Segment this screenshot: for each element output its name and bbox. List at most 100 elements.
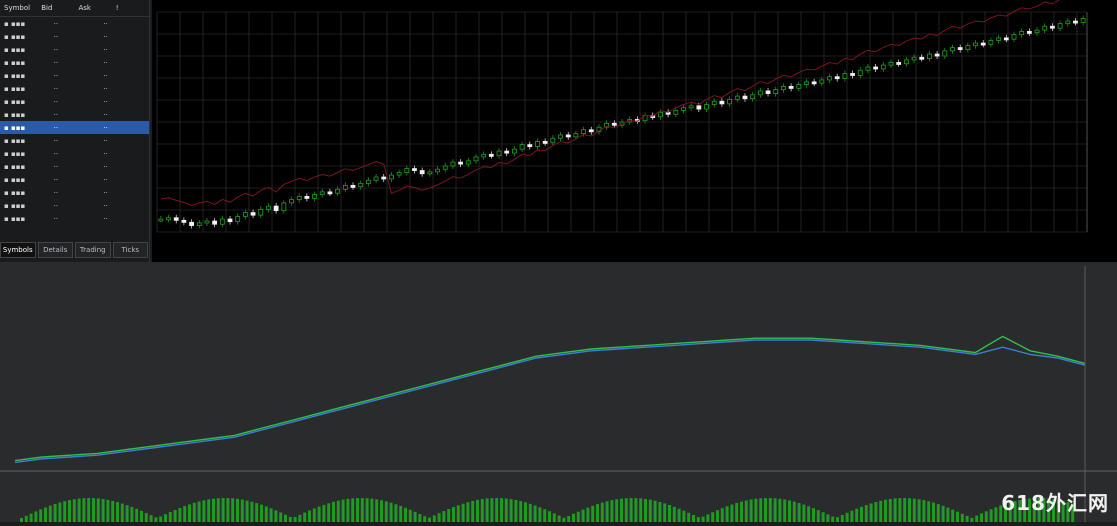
market-watch-cell: ·· <box>103 45 108 54</box>
volume-bar <box>893 498 897 522</box>
candle <box>750 94 756 100</box>
volume-bar <box>255 503 259 522</box>
volume-bar <box>956 511 959 522</box>
volume-bar <box>620 498 623 522</box>
candle <box>173 217 179 221</box>
candle <box>911 56 917 61</box>
candle <box>488 153 494 157</box>
volume-bar <box>240 499 244 522</box>
volume-bar <box>269 508 273 522</box>
volume-bar <box>466 502 470 522</box>
market-watch-cell: ▪ ▪▪▪ <box>4 84 26 93</box>
market-watch-row[interactable]: ▪ ▪▪▪ ·· ·· <box>0 95 149 108</box>
tab-details[interactable]: Details <box>37 242 73 258</box>
volume-bar <box>360 498 364 522</box>
candle <box>973 42 978 47</box>
market-watch-row[interactable]: ▪ ▪▪▪ ·· ·· <box>0 147 149 160</box>
market-watch-row[interactable]: ▪ ▪▪▪ ·· ·· <box>0 173 149 186</box>
volume-bar <box>624 498 628 522</box>
tab-trading[interactable]: Trading <box>75 242 111 258</box>
candle <box>219 218 225 225</box>
volume-bar <box>351 498 355 522</box>
volume-bar <box>48 505 52 522</box>
market-watch-row[interactable]: ▪ ▪▪▪ ·· ·· <box>0 82 149 95</box>
col-ask[interactable]: Ask <box>75 4 112 12</box>
candle <box>942 50 948 57</box>
volume-bar <box>140 510 143 522</box>
col-bid[interactable]: Bid <box>37 4 74 12</box>
volume-bar <box>375 499 379 522</box>
equity-chart[interactable]: 618外汇网 <box>0 262 1117 522</box>
volume-bar <box>413 511 417 522</box>
volume-bar <box>668 504 671 522</box>
volume-bar <box>456 505 460 522</box>
candle <box>289 199 294 204</box>
volume-bar <box>557 515 561 522</box>
market-watch-row[interactable]: ▪ ▪▪▪ ·· ·· <box>0 212 149 225</box>
volume-bar <box>903 498 907 522</box>
candle <box>927 53 932 59</box>
market-watch-row[interactable]: ▪ ▪▪▪ ·· ·· <box>0 17 149 30</box>
equity-chart-canvas[interactable] <box>0 266 1117 522</box>
volume-bar <box>322 504 326 522</box>
candle <box>781 86 786 91</box>
candle <box>227 218 233 223</box>
volume-bar <box>303 512 307 522</box>
market-watch-row[interactable]: ▪ ▪▪▪ ·· ·· <box>0 121 149 134</box>
market-watch-cell: ▪ ▪▪▪ <box>4 188 26 197</box>
volume-bar <box>39 509 43 522</box>
col-symbol[interactable]: Symbol <box>0 4 37 12</box>
volume-bar <box>207 499 211 522</box>
market-watch-cell: ·· <box>53 175 59 184</box>
volume-bar <box>44 507 47 522</box>
volume-bar <box>509 499 513 522</box>
candle <box>857 69 863 76</box>
volume-bar <box>485 498 489 522</box>
candle <box>611 122 617 126</box>
volume-bar <box>908 498 911 522</box>
col-flag[interactable]: ! <box>112 4 149 12</box>
market-watch-cell: ·· <box>53 71 59 80</box>
candle <box>788 86 794 89</box>
volume-bar <box>495 498 499 522</box>
volume-bar <box>639 498 643 522</box>
candle <box>588 129 594 133</box>
volume-bar <box>298 514 302 522</box>
candle <box>281 202 287 212</box>
volume-bar <box>524 502 527 522</box>
volume-bar <box>327 503 331 522</box>
market-watch-row[interactable]: ▪ ▪▪▪ ·· ·· <box>0 30 149 43</box>
market-watch-row[interactable]: ▪ ▪▪▪ ·· ·· <box>0 43 149 56</box>
volume-bar <box>284 514 287 522</box>
market-watch-row[interactable]: ▪ ▪▪▪ ·· ·· <box>0 56 149 69</box>
market-watch-row[interactable]: ▪ ▪▪▪ ·· ·· <box>0 160 149 173</box>
tab-ticks[interactable]: Ticks <box>112 242 148 258</box>
market-watch-row[interactable]: ▪ ▪▪▪ ·· ·· <box>0 186 149 199</box>
volume-bar <box>346 498 350 522</box>
market-watch-row[interactable]: ▪ ▪▪▪ ·· ·· <box>0 134 149 147</box>
market-watch-cell: ▪ ▪▪▪ <box>4 123 26 132</box>
market-watch-row[interactable]: ▪ ▪▪▪ ·· ·· <box>0 108 149 121</box>
volume-bar <box>447 509 451 522</box>
candle <box>688 105 694 109</box>
volume-bar <box>840 515 844 522</box>
tab-symbols[interactable]: Symbols <box>0 242 36 258</box>
price-chart-canvas[interactable] <box>152 0 1117 262</box>
volume-bar <box>682 510 686 522</box>
volume-bar <box>696 517 700 522</box>
volume-bar <box>927 501 931 522</box>
volume-bar <box>773 498 777 522</box>
candle <box>412 168 417 171</box>
price-chart[interactable] <box>152 0 1117 262</box>
volume-bar <box>701 516 705 522</box>
candle <box>304 196 310 199</box>
volume-bar <box>120 503 124 522</box>
market-watch-row[interactable]: ▪ ▪▪▪ ·· ·· <box>0 69 149 82</box>
candle <box>865 66 871 71</box>
moving-average-line <box>160 0 1060 207</box>
volume-bar <box>173 509 177 522</box>
volume-bar <box>490 498 494 522</box>
volume-bar <box>735 503 739 522</box>
market-watch-row[interactable]: ▪ ▪▪▪ ·· ·· <box>0 199 149 212</box>
volume-bar <box>749 499 753 522</box>
